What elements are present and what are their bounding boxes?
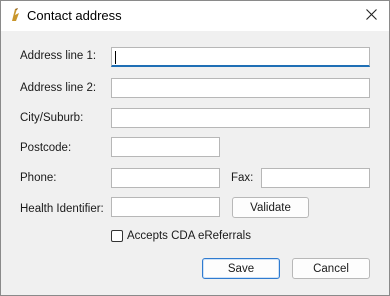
dialog-body: Address line 1: Address line 2: City/Sub… [1,31,389,295]
postcode-label: Postcode: [20,142,72,154]
window-title: Contact address [27,8,122,23]
save-button[interactable]: Save [202,258,280,279]
text-caret [115,51,116,64]
title-bar: Contact address [1,1,389,31]
health-identifier-label: Health Identifier: [20,203,104,215]
phone-label: Phone: [20,172,57,184]
fax-input[interactable] [261,168,370,188]
city-input[interactable] [111,108,370,128]
cda-ereferrals-label: Accepts CDA eReferrals [127,230,251,242]
contact-address-dialog: Contact address Address line 1: Address … [0,0,390,296]
postcode-input[interactable] [111,137,220,157]
fax-label: Fax: [231,172,254,184]
validate-button[interactable]: Validate [232,197,309,218]
close-button[interactable] [353,1,389,31]
address-line1-label: Address line 1: [20,50,97,62]
city-label: City/Suburb: [20,112,84,124]
health-identifier-input[interactable] [111,197,220,217]
cancel-button[interactable]: Cancel [292,258,370,279]
address-line1-input[interactable] [111,47,370,67]
phone-input[interactable] [111,168,220,188]
close-icon [365,9,377,23]
cda-ereferrals-checkbox[interactable]: Accepts CDA eReferrals [111,230,251,242]
address-line2-input[interactable] [111,78,370,98]
app-icon [9,7,23,23]
address-line2-label: Address line 2: [20,82,97,94]
checkbox-box[interactable] [111,230,123,242]
